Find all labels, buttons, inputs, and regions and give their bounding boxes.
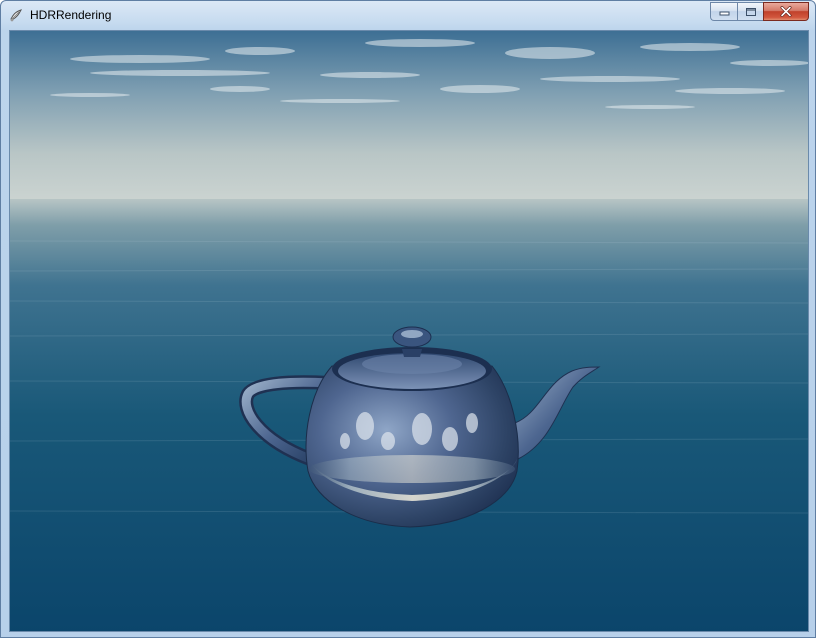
- app-icon[interactable]: [8, 7, 24, 23]
- window-title: HDRRendering: [30, 8, 112, 22]
- window-controls: [710, 2, 809, 21]
- minimize-button[interactable]: [710, 2, 737, 21]
- close-icon: [780, 6, 792, 17]
- render-viewport[interactable]: [9, 30, 809, 632]
- title-bar[interactable]: HDRRendering: [1, 1, 815, 30]
- maximize-icon: [745, 7, 756, 16]
- minimize-icon: [719, 11, 729, 15]
- maximize-button[interactable]: [737, 2, 763, 21]
- rendered-scene: [10, 31, 808, 631]
- close-button[interactable]: [763, 2, 809, 21]
- app-window: HDRRendering: [0, 0, 816, 638]
